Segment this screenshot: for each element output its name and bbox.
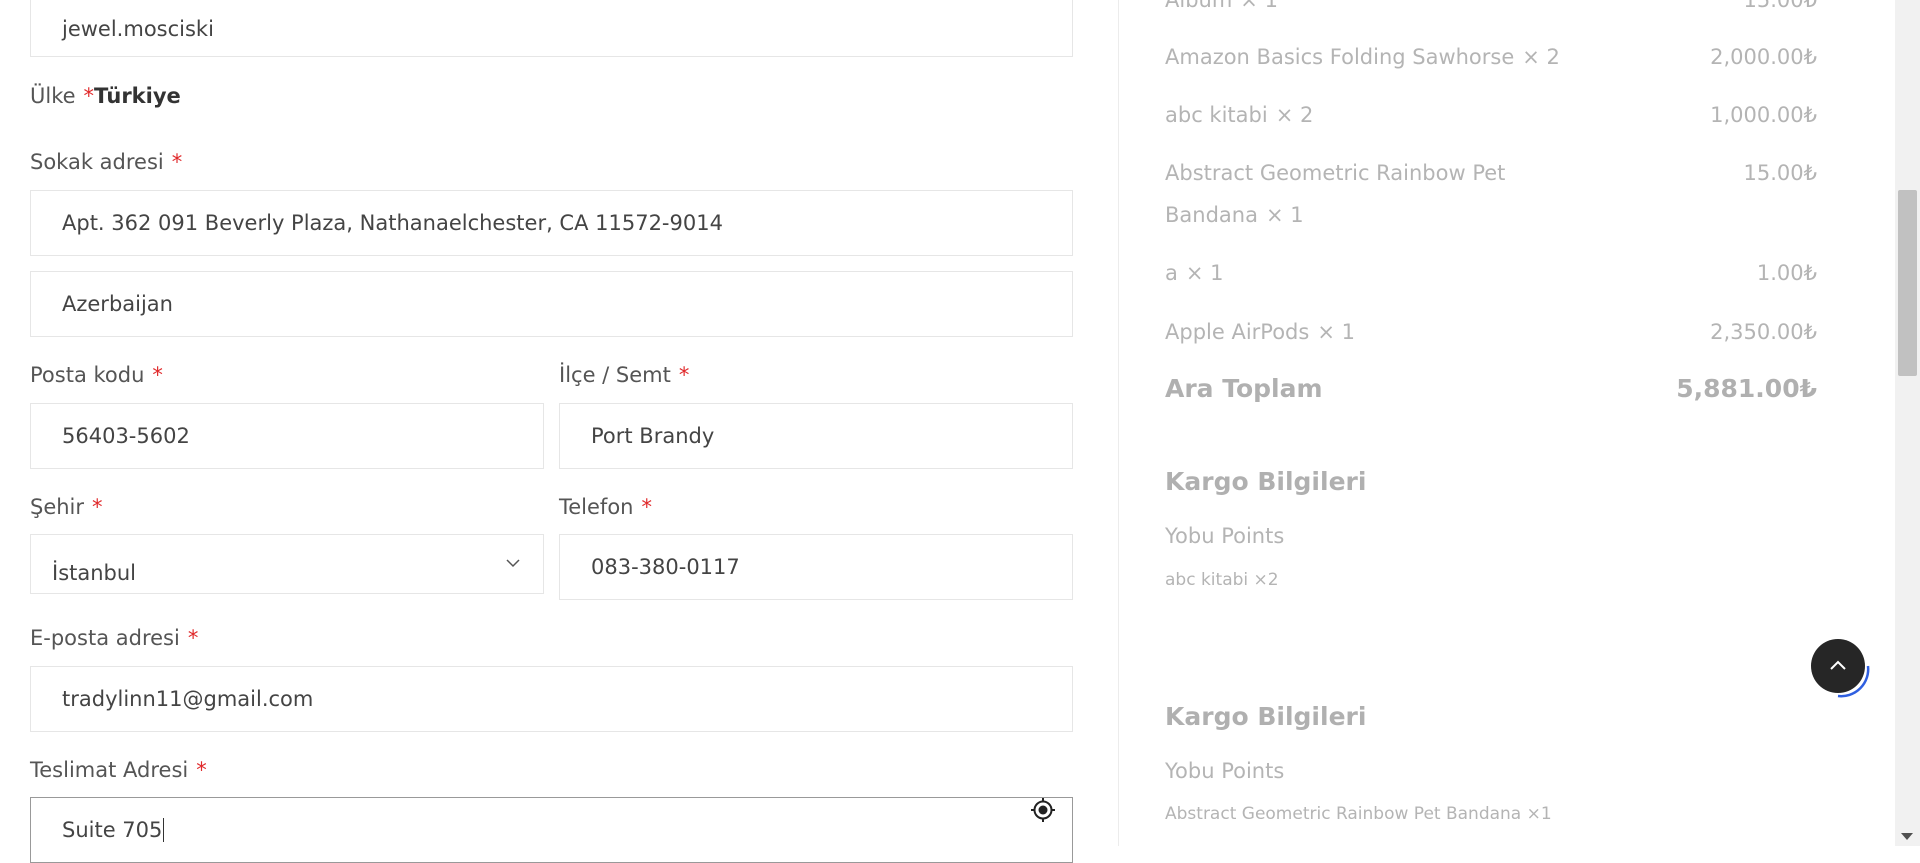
text-caret [163,818,165,842]
arrow-up-icon [1830,660,1846,670]
district-label-text: İlçe / Semt [559,363,671,387]
item-price: 2,350.00₺ [1710,320,1817,344]
billing-form: jewel.mosciski Ülke *Türkiye Sokak adresi… [0,0,1098,863]
email-label: E-posta adresi * [30,626,198,650]
item-name: Abstract Geometric Rainbow Pet Bandana [1165,161,1506,227]
subtotal-label: Ara Toplam [1165,374,1323,403]
required-mark: * [641,495,652,519]
shipping-item: abc kitabi ×2 [1165,570,1279,590]
postcode-label-text: Posta kodu [30,363,145,387]
delivery-label: Teslimat Adresi * [30,758,207,782]
item-name: Album [1165,0,1233,12]
postcode-label: Posta kodu * [30,363,163,387]
item-name: Amazon Basics Folding Sawhorse [1165,45,1515,69]
shipping-method: Yobu Points [1165,524,1285,548]
city-select[interactable]: İstanbul [30,534,544,594]
street-label: Sokak adresi * [30,150,182,174]
shipping-title: Kargo Bilgileri [1165,702,1367,731]
shipping-title: Kargo Bilgileri [1165,467,1367,496]
item-price: 1.00₺ [1756,261,1817,285]
email-label-text: E-posta adresi [30,626,180,650]
scrollbar-thumb[interactable] [1898,190,1917,376]
item-name: abc kitabi [1165,103,1268,127]
district-label: İlçe / Semt * [559,363,689,387]
delivery-label-text: Teslimat Adresi [30,758,189,782]
shipping-item: Abstract Geometric Rainbow Pet Bandana ×… [1165,804,1552,824]
email-value: tradylinn11@gmail.com [62,687,314,711]
item-name: Apple AirPods [1165,320,1310,344]
required-mark: * [187,626,199,650]
required-mark: * [171,150,183,174]
required-mark: * [196,758,207,782]
postcode-input[interactable]: 56403-5602 [30,403,544,469]
shipping-method: Yobu Points [1165,759,1285,783]
required-mark: * [152,363,163,387]
chevron-down-icon [506,559,520,568]
column-divider [1118,0,1119,846]
item-name: a [1165,261,1178,285]
subtotal-value: 5,881.00₺ [1676,374,1817,403]
item-price: 2,000.00₺ [1710,45,1817,69]
city-label: Şehir * [30,495,103,519]
district-input[interactable]: Port Brandy [559,403,1073,469]
district-value: Port Brandy [591,424,715,448]
country-value: Türkiye [94,84,181,108]
phone-label-text: Telefon [559,495,634,519]
item-qty: × 2 [1522,45,1560,69]
locate-icon[interactable] [1030,797,1056,823]
back-to-top-button[interactable] [1811,639,1865,693]
page-scrollbar[interactable] [1895,0,1920,846]
street-address-1-input[interactable]: Apt. 362 091 Beverly Plaza, Nathanaelche… [30,190,1073,256]
delivery-address-value: Suite 705 [62,818,163,842]
city-value: İstanbul [52,561,137,585]
subtotal-row: Ara Toplam 5,881.00₺ [1165,374,1817,403]
phone-label: Telefon * [559,495,652,519]
item-price: 1,000.00₺ [1710,103,1817,127]
city-label-text: Şehir [30,495,85,519]
item-price: 15.00₺ [1743,0,1817,12]
required-mark: * [678,363,690,387]
country-row: Ülke *Türkiye [30,84,181,108]
street-address-2-value: Azerbaijan [62,292,173,316]
postcode-value: 56403-5602 [62,424,190,448]
delivery-address-input[interactable]: Suite 705 [30,797,1073,863]
item-qty: × 1 [1185,261,1224,285]
country-label: Ülke [30,84,76,108]
item-qty: × 1 [1265,203,1304,227]
phone-value: 083-380-0117 [591,555,740,579]
item-qty: × 2 [1275,103,1314,127]
street-address-2-input[interactable]: Azerbaijan [30,271,1073,337]
required-mark: * [83,84,95,108]
required-mark: * [92,495,103,519]
item-qty: × 1 [1240,0,1278,12]
username-field[interactable]: jewel.mosciski [30,0,1073,57]
order-summary: Album × 1 15.00₺ Amazon Basics Folding Sa… [1120,0,1860,846]
item-price: 15.00₺ [1743,161,1817,185]
scroll-down-icon[interactable] [1901,833,1913,840]
phone-input[interactable]: 083-380-0117 [559,534,1073,600]
username-value: jewel.mosciski [62,16,214,41]
street-label-text: Sokak adresi [30,150,164,174]
email-input[interactable]: tradylinn11@gmail.com [30,666,1073,732]
item-qty: × 1 [1317,320,1355,344]
street-address-1-value: Apt. 362 091 Beverly Plaza, Nathanaelche… [62,211,723,235]
